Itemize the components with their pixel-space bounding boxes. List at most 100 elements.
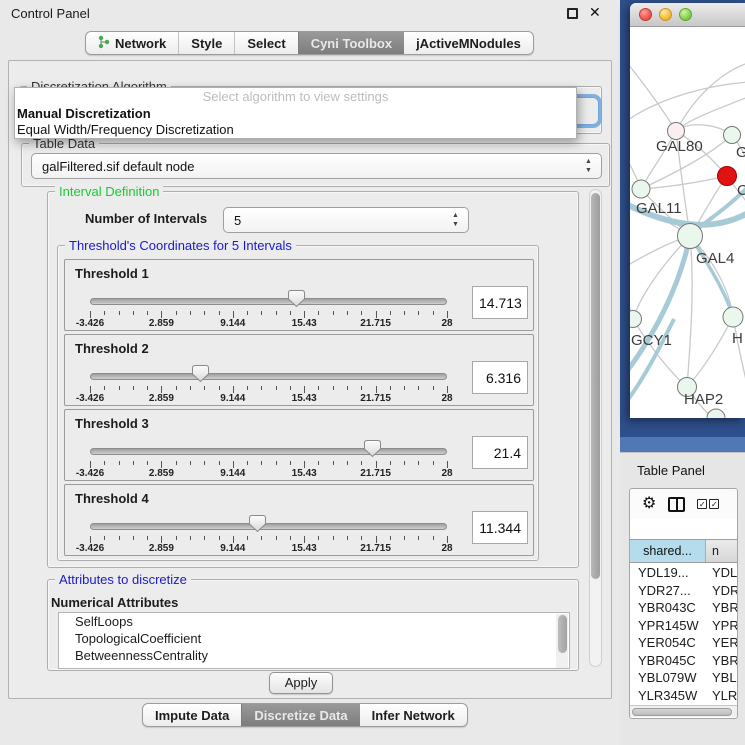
zoom-traffic-light-icon[interactable]	[679, 8, 692, 21]
slider-tick	[204, 311, 205, 315]
checkbox-icon[interactable]: ✓	[697, 499, 707, 509]
dropdown-item-equal-width[interactable]: Equal Width/Frequency Discretization	[15, 122, 576, 138]
svg-text:HAP2: HAP2	[684, 391, 723, 408]
threshold-4-value-field[interactable]	[472, 511, 528, 544]
slider-track[interactable]	[90, 523, 447, 530]
threshold-1-slider[interactable]: -3.4262.8599.14415.4321.71528	[90, 291, 447, 327]
checkbox-icon[interactable]: ✓	[709, 499, 719, 509]
table-row[interactable]: YER054CYER0	[630, 634, 737, 652]
slider-handle[interactable]	[249, 515, 266, 532]
numerical-attributes-list[interactable]: SelfLoopsTopologicalCoefficientBetweenne…	[58, 612, 570, 669]
node-bottom-partial[interactable]	[707, 409, 725, 418]
node-gcy1[interactable]	[630, 311, 642, 328]
number-of-intervals-combobox[interactable]: 5 ▲▼	[223, 207, 469, 233]
spinner-arrows-icon: ▲▼	[584, 157, 593, 175]
slider-tick-label: 2.859	[149, 393, 174, 404]
tab-discretize-data[interactable]: Discretize Data	[241, 704, 359, 726]
slider-track[interactable]	[90, 448, 447, 455]
tab-select[interactable]: Select	[234, 32, 297, 54]
network-window-titlebar[interactable]	[630, 3, 745, 27]
network-canvas[interactable]: GAL80 G. C GAL11 GAL4 GCY1 H HAP2	[630, 27, 745, 418]
table-row[interactable]: YBR045CYBR0	[630, 652, 737, 670]
float-window-icon[interactable]	[567, 8, 578, 19]
minimize-traffic-light-icon[interactable]	[659, 8, 672, 21]
slider-tick	[176, 461, 177, 465]
slider-tick	[233, 536, 234, 543]
cell-name: YBL0	[706, 669, 737, 687]
control-panel-titlebar: Control Panel ✕	[0, 0, 620, 27]
attribute-list-item[interactable]: TopologicalCoefficient	[59, 630, 569, 647]
threshold-4-slider[interactable]: -3.4262.8599.14415.4321.71528	[90, 516, 447, 552]
threshold-3-value-field[interactable]	[472, 436, 528, 469]
node-gal80[interactable]	[668, 123, 685, 140]
column-header-shared-name[interactable]: shared...	[630, 540, 706, 562]
slider-tick	[333, 311, 334, 315]
node-gal4[interactable]	[678, 224, 703, 249]
tab-infer-network[interactable]: Infer Network	[360, 704, 467, 726]
close-icon[interactable]: ✕	[589, 4, 601, 21]
slider-tick	[276, 311, 277, 315]
threshold-1-value-field[interactable]	[472, 286, 528, 319]
slider-tick	[333, 461, 334, 465]
split-panel-icon[interactable]	[668, 497, 685, 512]
slider-tick	[233, 386, 234, 393]
table-row[interactable]: YPR145WYPR1	[630, 617, 737, 635]
table-row[interactable]: YBR043CYBR0	[630, 599, 737, 617]
list-scrollbar-track[interactable]	[556, 614, 568, 669]
tab-cyni-toolbox[interactable]: Cyni Toolbox	[298, 32, 404, 54]
slider-tick-label: 28	[441, 543, 452, 554]
tab-style[interactable]: Style	[178, 32, 234, 54]
dropdown-item-manual-discretization[interactable]: Manual Discretization	[15, 106, 576, 122]
slider-tick	[133, 386, 134, 390]
cell-shared-name: YBL079W	[630, 669, 706, 687]
gear-icon[interactable]: ⚙	[642, 496, 656, 512]
attribute-list-item[interactable]: SelfLoops	[59, 613, 569, 630]
tab-jactivemnodules[interactable]: jActiveMNodules	[404, 32, 533, 54]
tab-impute-data[interactable]: Impute Data	[143, 704, 241, 726]
slider-tick	[104, 386, 105, 390]
tab-network[interactable]: Network	[86, 32, 178, 54]
slider-tick	[119, 386, 120, 390]
table-data-combobox[interactable]: galFiltered.sif default node ▲▼	[31, 153, 602, 179]
column-header-name[interactable]: n	[706, 540, 737, 562]
node-top-right[interactable]	[724, 127, 741, 144]
table-hscrollbar-track[interactable]	[630, 705, 737, 717]
threshold-2-value-field[interactable]	[472, 361, 528, 394]
threshold-2-slider[interactable]: -3.4262.8599.14415.4321.71528	[90, 366, 447, 402]
table-hscrollbar-thumb[interactable]	[632, 708, 732, 716]
apply-button[interactable]: Apply	[269, 672, 333, 694]
slider-tick	[418, 536, 419, 540]
dropdown-placeholder-item[interactable]: Select algorithm to view settings	[15, 88, 576, 106]
cell-name: YBR0	[706, 599, 737, 617]
slider-track[interactable]	[90, 373, 447, 380]
slider-tick	[404, 536, 405, 540]
slider-tick	[90, 536, 91, 543]
slider-tick	[147, 461, 148, 465]
attribute-list-item[interactable]: BetweennessCentrality	[59, 647, 569, 664]
slider-tick	[318, 386, 319, 390]
slider-track[interactable]	[90, 298, 447, 305]
table-row[interactable]: YBL079WYBL0	[630, 669, 737, 687]
slider-tick-label: -3.426	[76, 543, 104, 554]
close-traffic-light-icon[interactable]	[639, 8, 652, 21]
slider-tick	[418, 311, 419, 315]
slider-handle[interactable]	[192, 365, 209, 382]
slider-tick	[247, 311, 248, 315]
node-h[interactable]	[723, 307, 743, 327]
slider-tick	[147, 311, 148, 315]
table-row[interactable]: YLR345WYLR3	[630, 687, 737, 705]
slider-tick-label: 9.144	[220, 543, 245, 554]
cell-name: YPR1	[706, 617, 737, 635]
node-selected-red[interactable]	[718, 167, 737, 186]
threshold-3-slider[interactable]: -3.4262.8599.14415.4321.71528	[90, 441, 447, 477]
slider-handle[interactable]	[364, 440, 381, 457]
list-scrollbar-thumb[interactable]	[558, 615, 567, 653]
panel-scrollbar-thumb[interactable]	[591, 193, 600, 579]
node-gal11[interactable]	[632, 180, 650, 198]
table-row[interactable]: YDL19...YDL1	[630, 564, 737, 582]
threshold-label: Threshold 4	[75, 491, 149, 506]
slider-handle[interactable]	[288, 290, 305, 307]
table-card: ⚙ ✓ ✓ shared... n YDL19...YDL1YDR27...YD…	[629, 488, 738, 719]
table-row[interactable]: YDR27...YDR2	[630, 582, 737, 600]
slider-tick	[361, 386, 362, 390]
